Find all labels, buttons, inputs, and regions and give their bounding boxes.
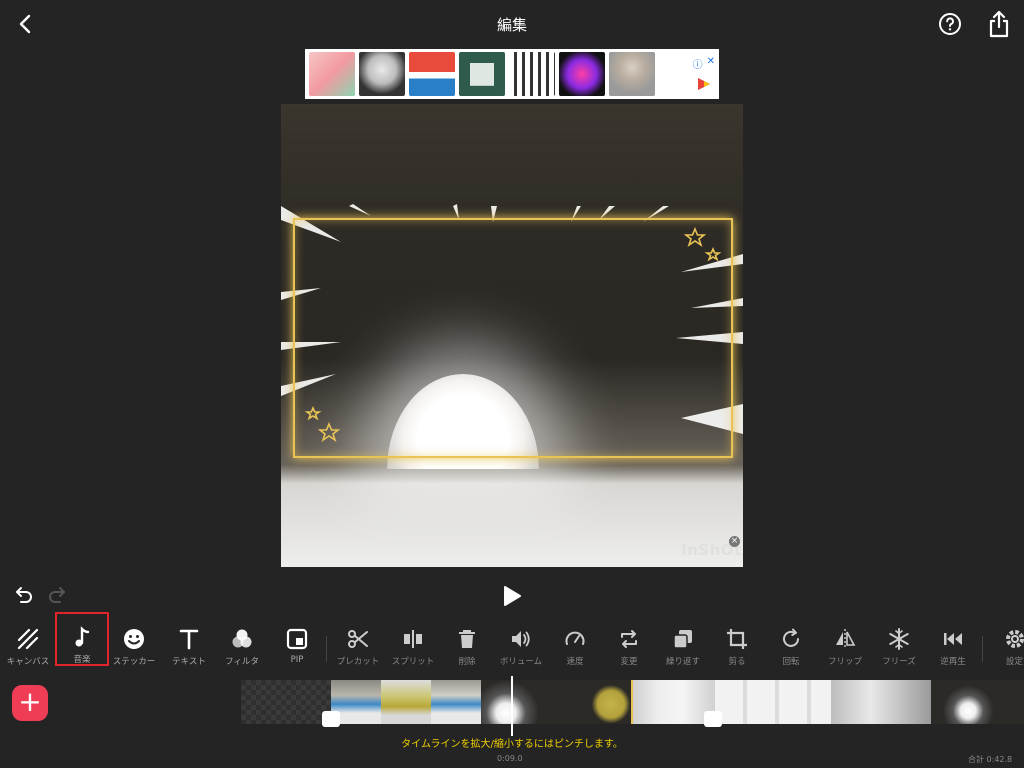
ad-banner[interactable]: ⓘ ✕ (305, 49, 719, 99)
tool-split[interactable]: スプリット (385, 622, 441, 674)
tool-label: フリーズ (882, 657, 916, 667)
tool-filter[interactable]: フィルタ (214, 622, 270, 674)
tool-rotate[interactable]: 回転 (763, 622, 819, 674)
tool-speed[interactable]: 速度 (547, 622, 603, 674)
volume-icon (512, 631, 530, 647)
tool-label: テキスト (172, 657, 206, 667)
playhead[interactable] (511, 676, 513, 736)
redo-icon[interactable] (47, 584, 69, 606)
undo-icon[interactable] (12, 584, 34, 606)
tool-label: 剪る (728, 657, 746, 667)
tool-canvas[interactable]: キャンバス (0, 622, 56, 674)
neon-frame-sticker (293, 218, 733, 458)
ad-close-icon[interactable]: ✕ (707, 56, 715, 71)
edit-toolbar: キャンバス 音楽 ステッカー テキスト フィルタ PIP プレカット スプリット… (0, 612, 1024, 674)
tool-label: スプリット (391, 657, 435, 667)
crop-icon (727, 629, 747, 649)
canvas-icon (17, 628, 39, 650)
timeline-empty-area (241, 680, 331, 724)
clip-thumbnail[interactable] (715, 680, 831, 724)
music-note-icon (75, 626, 90, 647)
watermark-close-icon[interactable]: × (729, 536, 740, 547)
tool-precut[interactable]: プレカット (330, 622, 386, 674)
toolbar-separator (326, 636, 327, 662)
clip-thumbnail[interactable] (381, 680, 431, 724)
filter-icon (232, 629, 252, 648)
tool-label: ボリューム (499, 657, 543, 667)
clip-thumbnail[interactable] (631, 680, 715, 724)
sticker-smiley-icon (124, 629, 144, 649)
tool-label: 変更 (620, 657, 638, 667)
total-duration: 合計 0:42.8 (968, 755, 1013, 764)
page-title: 編集 (496, 16, 527, 34)
tool-pip[interactable]: PIP (269, 622, 325, 674)
ad-image[interactable] (459, 52, 505, 96)
tool-reverse[interactable]: 逆再生 (925, 622, 981, 674)
scissors-icon (348, 630, 368, 648)
play-icon[interactable] (502, 585, 522, 607)
tool-label: フィルタ (225, 657, 259, 667)
video-preview[interactable]: InShOt × (281, 104, 743, 567)
tool-label: 回転 (782, 657, 800, 667)
snowflake-icon (889, 628, 909, 650)
clip-thumbnail[interactable] (831, 680, 931, 724)
text-icon (179, 629, 199, 650)
tool-label: プレカット (336, 657, 380, 667)
replace-icon (621, 630, 637, 648)
pip-icon (286, 628, 308, 650)
pinch-hint: タイムラインを拡大/縮小するにはピンチします。 (401, 739, 623, 750)
tool-label: ステッカー (112, 657, 156, 667)
toolbar-separator (982, 636, 983, 662)
rotate-icon (783, 628, 799, 647)
tool-label: PIP (290, 655, 304, 665)
transition-handle[interactable] (704, 711, 722, 727)
ad-image[interactable] (359, 52, 405, 96)
tool-replace[interactable]: 変更 (601, 622, 657, 674)
speedometer-icon (565, 631, 585, 645)
tool-delete[interactable]: 削除 (439, 622, 495, 674)
ad-choices-logo-icon[interactable] (695, 75, 713, 93)
tool-label: 音楽 (73, 655, 91, 665)
tool-flip[interactable]: フリップ (817, 622, 873, 674)
ad-image[interactable] (409, 52, 455, 96)
help-icon[interactable] (938, 12, 962, 36)
ad-image[interactable] (509, 52, 555, 96)
tool-repeat[interactable]: 繰り返す (655, 622, 711, 674)
gear-icon (1006, 630, 1024, 648)
tool-crop[interactable]: 剪る (709, 622, 765, 674)
flip-icon (836, 629, 856, 649)
split-icon (404, 630, 422, 648)
ad-info-icon[interactable]: ⓘ (693, 56, 703, 71)
tool-sticker[interactable]: ステッカー (106, 622, 162, 674)
clip-thumbnail[interactable] (931, 680, 1024, 724)
trash-icon (459, 630, 475, 648)
tool-text[interactable]: テキスト (161, 622, 217, 674)
tool-freeze[interactable]: フリーズ (871, 622, 927, 674)
tool-settings[interactable]: 設定 (986, 622, 1024, 674)
clip-thumbnail[interactable] (481, 680, 581, 724)
ad-image[interactable] (309, 52, 355, 96)
clip-thumbnail[interactable] (431, 680, 481, 724)
duplicate-icon (673, 630, 692, 649)
tool-label: 削除 (458, 657, 476, 667)
current-timecode: 0:09.0 (497, 754, 523, 763)
share-icon[interactable] (988, 10, 1010, 38)
ad-image[interactable] (559, 52, 605, 96)
transition-handle[interactable] (322, 711, 340, 727)
tool-label: 繰り返す (665, 657, 700, 667)
tool-label: 速度 (566, 657, 584, 667)
tool-label: 設定 (1006, 657, 1024, 667)
tool-label: フリップ (827, 657, 862, 667)
tool-label: キャンバス (6, 657, 50, 667)
reverse-icon (944, 633, 962, 645)
clip-thumbnail[interactable] (581, 680, 631, 724)
ad-controls: ⓘ ✕ (693, 56, 715, 93)
tool-label: 逆再生 (940, 657, 966, 667)
tool-volume[interactable]: ボリューム (493, 622, 549, 674)
ad-image[interactable] (609, 52, 655, 96)
tool-music[interactable]: 音楽 (55, 612, 109, 666)
